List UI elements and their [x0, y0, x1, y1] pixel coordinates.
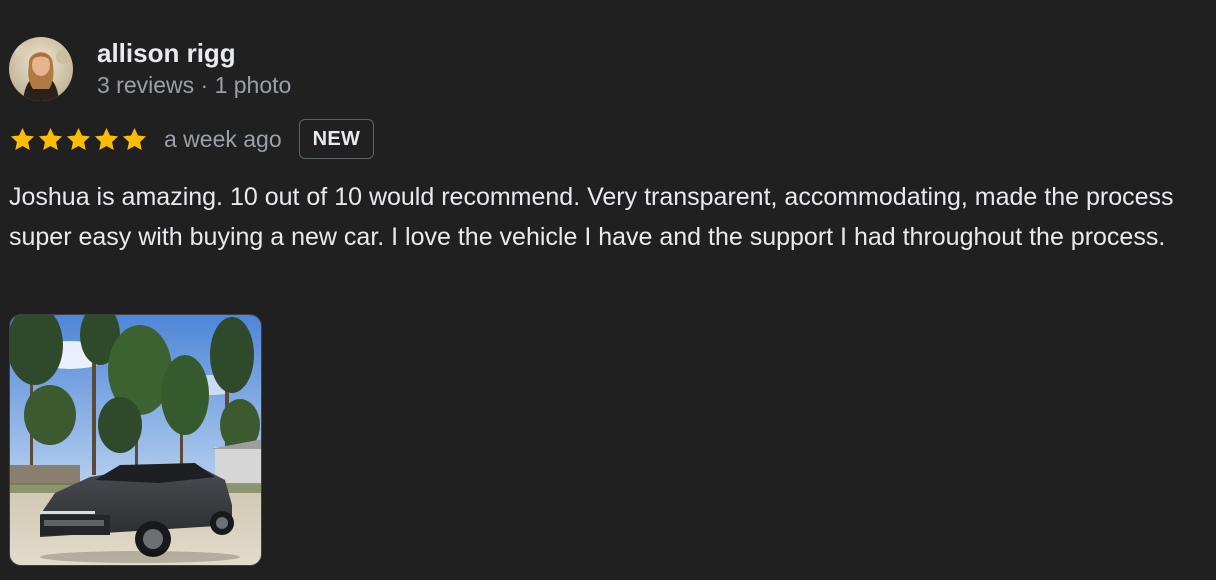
review-text: Joshua is amazing. 10 out of 10 would re… [9, 183, 1174, 251]
star-rating [9, 126, 148, 153]
review-photo[interactable] [9, 314, 262, 566]
star-icon [94, 127, 119, 150]
star-icon [10, 127, 35, 150]
author-name[interactable]: allison rigg [97, 38, 291, 68]
star-icon [122, 127, 147, 150]
author-info: allison rigg 3 reviews · 1 photo [97, 38, 291, 99]
author-meta[interactable]: 3 reviews · 1 photo [97, 71, 291, 99]
review-card: allison rigg 3 reviews · 1 photo a week … [0, 0, 1216, 580]
review-header: allison rigg 3 reviews · 1 photo [9, 37, 291, 101]
review-date: a week ago [164, 125, 282, 152]
star-icon [38, 127, 63, 150]
new-badge: NEW [298, 119, 375, 159]
avatar[interactable] [9, 37, 73, 101]
star-icon [66, 127, 91, 150]
rating-row: a week ago NEW [9, 117, 375, 161]
